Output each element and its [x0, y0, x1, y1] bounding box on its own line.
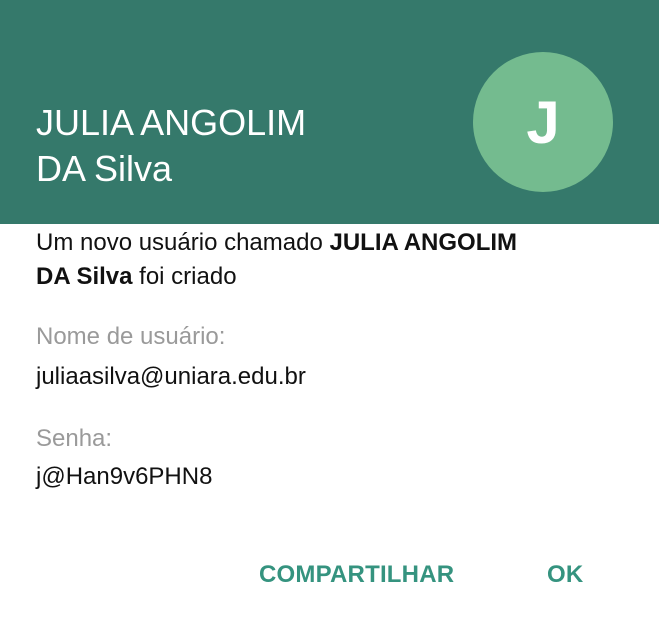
avatar: J — [473, 52, 613, 192]
username-label: Nome de usuário: — [36, 323, 226, 350]
message-suffix: foi criado — [132, 263, 237, 290]
user-name-line1: JULIA ANGOLIM — [36, 102, 307, 143]
dialog-actions: COMPARTILHAR OK — [0, 556, 659, 596]
username-value[interactable]: juliaasilva@uniara.edu.br — [36, 362, 306, 392]
password-label: Senha: — [36, 425, 113, 452]
share-button[interactable]: COMPARTILHAR — [259, 556, 454, 594]
message-user-name-line2: DA Silva — [36, 263, 133, 290]
message-user-name-line1: JULIA ANGOLIM — [329, 229, 518, 256]
password-value[interactable]: j@Han9v6PHN8 — [36, 462, 212, 492]
avatar-initial: J — [526, 88, 560, 156]
user-created-dialog: JULIA ANGOLIM DA Silva J Um novo usuário… — [0, 0, 659, 628]
message-prefix: Um novo usuário chamado — [36, 229, 330, 256]
user-name-line2: DA Silva — [36, 148, 173, 189]
user-full-name: JULIA ANGOLIM DA Silva — [36, 100, 436, 192]
creation-message: Um novo usuário chamado JULIA ANGOLIM DA … — [36, 226, 626, 294]
dialog-header: JULIA ANGOLIM DA Silva J — [0, 0, 659, 224]
ok-button[interactable]: OK — [547, 556, 583, 594]
dialog-body: Um novo usuário chamado JULIA ANGOLIM DA … — [36, 226, 626, 294]
